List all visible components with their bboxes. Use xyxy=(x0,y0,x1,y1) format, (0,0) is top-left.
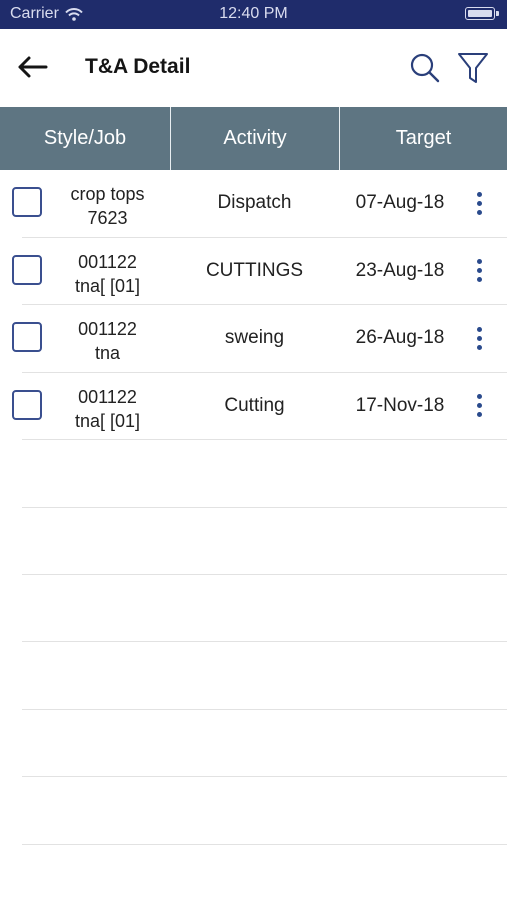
row-checkbox[interactable] xyxy=(12,322,42,352)
arrow-left-icon xyxy=(18,56,48,78)
table-row[interactable]: 001122 tna sweing 26-Aug-18 xyxy=(0,305,507,373)
row-checkbox[interactable] xyxy=(12,187,42,217)
column-header-activity[interactable]: Activity xyxy=(170,107,339,170)
row-divider xyxy=(22,776,507,777)
style-name: 001122 xyxy=(78,319,137,339)
table-row[interactable]: 001122 tna[ [01] Cutting 17-Nov-18 xyxy=(0,373,507,441)
target-date-cell: 23-Aug-18 xyxy=(355,259,445,281)
target-date-cell: 17-Nov-18 xyxy=(355,394,445,416)
search-icon xyxy=(410,53,440,83)
table-row[interactable]: crop tops 7623 Dispatch 07-Aug-18 xyxy=(0,170,507,238)
style-name: 001122 xyxy=(78,386,137,407)
job-number: tna[ [01] xyxy=(74,275,141,296)
battery-icon xyxy=(465,7,499,20)
style-job-cell: 001122 tna xyxy=(50,317,165,365)
filter-icon xyxy=(458,53,488,83)
row-checkbox[interactable] xyxy=(12,389,42,420)
column-header-target[interactable]: Target xyxy=(339,107,507,170)
back-button[interactable] xyxy=(14,51,50,83)
column-header-style-job[interactable]: Style/Job xyxy=(0,107,170,170)
row-checkbox[interactable] xyxy=(12,254,42,285)
more-options-icon[interactable] xyxy=(466,322,492,354)
activity-cell: Cutting xyxy=(224,394,285,416)
row-divider xyxy=(22,641,507,642)
row-divider xyxy=(22,574,507,575)
row-divider xyxy=(22,844,507,845)
style-job-cell: 001122 tna[ [01] xyxy=(50,385,165,433)
more-options-icon[interactable] xyxy=(466,390,492,422)
more-options-icon[interactable] xyxy=(466,255,492,287)
status-time: 12:40 PM xyxy=(219,5,288,22)
filter-button[interactable] xyxy=(454,49,492,87)
status-bar: Carrier 12:40 PM xyxy=(0,0,507,29)
activity-cell: CUTTINGS xyxy=(205,259,304,281)
table-header: Style/Job Activity Target xyxy=(0,107,507,170)
job-number: 7623 xyxy=(87,208,128,228)
activity-cell: Dispatch xyxy=(217,192,292,213)
style-job-cell: crop tops 7623 xyxy=(50,182,165,230)
search-button[interactable] xyxy=(406,49,444,87)
activity-cell: sweing xyxy=(224,327,285,348)
job-number: tna xyxy=(94,343,121,363)
style-name: crop tops xyxy=(70,184,145,204)
target-date-cell: 07-Aug-18 xyxy=(355,192,445,213)
row-divider xyxy=(22,507,507,508)
table-row[interactable]: 001122 tna[ [01] CUTTINGS 23-Aug-18 xyxy=(0,238,507,306)
style-job-cell: 001122 tna[ [01] xyxy=(50,250,165,298)
row-divider xyxy=(22,709,507,710)
target-date-cell: 26-Aug-18 xyxy=(355,327,445,348)
more-options-icon[interactable] xyxy=(466,187,492,219)
job-number: tna[ [01] xyxy=(74,410,141,431)
nav-bar: T&A Detail xyxy=(0,29,507,107)
ta-list: crop tops 7623 Dispatch 07-Aug-18 001122… xyxy=(0,170,507,440)
style-name: 001122 xyxy=(78,251,137,272)
page-title: T&A Detail xyxy=(85,55,191,78)
